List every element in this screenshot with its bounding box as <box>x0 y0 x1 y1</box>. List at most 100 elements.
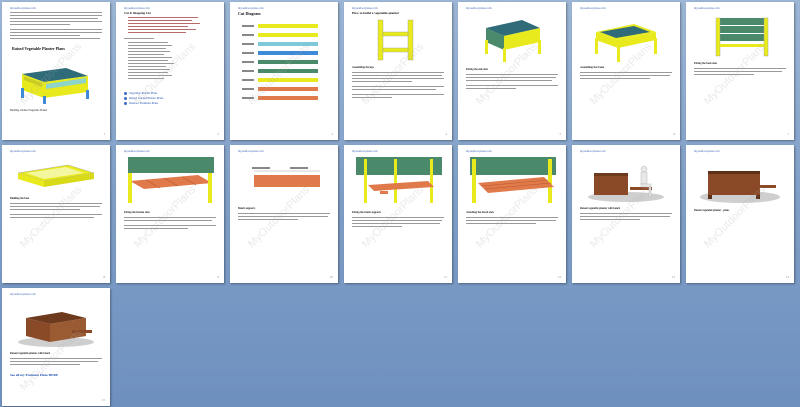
text-line <box>128 60 168 61</box>
figure-caption: Raised vegetable planter with bench <box>10 352 51 355</box>
page-number: 10 <box>330 275 333 279</box>
text-line <box>10 18 98 19</box>
page-title: Raised Vegetable Planter Plans <box>12 46 65 51</box>
page-thumbnail-5[interactable]: myoutdoorplans.com Fitting the side slat… <box>458 2 566 140</box>
page-thumbnail-15[interactable]: myoutdoorplans.com Raised vegetable plan… <box>2 288 110 406</box>
figure-caption: Bench supports <box>238 207 256 210</box>
text-line <box>128 29 196 30</box>
text-line <box>352 78 444 79</box>
finished-planter-with-person-illustration <box>586 157 666 203</box>
figure-caption: Fitting the bottom slats <box>124 211 150 214</box>
final-planter-illustration <box>16 300 96 348</box>
figure-caption: Assembling the legs <box>352 66 374 69</box>
text-line <box>128 17 198 18</box>
page-header-link[interactable]: myoutdoorplans.com <box>124 149 149 153</box>
text-line <box>124 38 154 39</box>
page-number: 5 <box>559 132 562 136</box>
page-number: 4 <box>445 132 448 136</box>
page-title: Cut Diagram <box>238 11 261 16</box>
page-thumbnail-2[interactable]: myoutdoorplans.com Cut & Shopping List V… <box>116 2 224 140</box>
page-number: 3 <box>331 132 334 136</box>
text-line <box>352 89 436 90</box>
page-number: 2 <box>217 132 220 136</box>
text-line <box>128 57 172 58</box>
page-header-link[interactable]: myoutdoorplans.com <box>466 6 491 10</box>
text-line <box>128 66 166 67</box>
text-line <box>10 32 102 33</box>
page-thumbnail-6[interactable]: myoutdoorplans.com Assembling the frame … <box>572 2 680 140</box>
link-bullet-icon <box>124 92 127 95</box>
page-number: 6 <box>673 132 676 136</box>
page-thumbnail-12[interactable]: myoutdoorplans.com Attaching the bench s… <box>458 145 566 283</box>
text-line <box>10 38 100 39</box>
page-thumbnail-3[interactable]: myoutdoorplans.com Cut Diagram MyOutdoor… <box>230 2 338 140</box>
page-header-link[interactable]: myoutdoorplans.com <box>10 6 35 10</box>
page-header-link[interactable]: myoutdoorplans.com <box>580 149 605 153</box>
figure-caption: Raised vegetable planter - plans <box>694 209 730 212</box>
page-number: 8 <box>103 275 106 279</box>
text-line <box>128 32 186 33</box>
page-header-link[interactable]: myoutdoorplans.com <box>10 292 35 296</box>
side-slats-illustration <box>478 14 548 64</box>
text-line <box>10 15 102 16</box>
page-header-link[interactable]: myoutdoorplans.com <box>352 6 377 10</box>
bench-supports-fit-illustration <box>354 155 444 207</box>
text-line <box>128 45 172 46</box>
text-line <box>10 29 102 30</box>
frame-illustration <box>590 16 664 64</box>
figure-caption: Fitting the side slats <box>466 68 489 71</box>
text-line <box>128 42 168 43</box>
page-header-link[interactable]: myoutdoorplans.com <box>694 149 719 153</box>
text-line <box>466 85 558 86</box>
figure-caption: Building the base <box>10 197 30 200</box>
page-header-link[interactable]: myoutdoorplans.com <box>238 6 263 10</box>
text-line <box>128 51 170 52</box>
page-thumbnail-14[interactable]: myoutdoorplans.com Raised vegetable plan… <box>686 145 794 283</box>
page-thumbnail-11[interactable]: myoutdoorplans.com Fitting the bench sup… <box>344 145 452 283</box>
base-illustration <box>14 159 98 193</box>
page-number: 11 <box>444 275 447 279</box>
page-thumbnail-1[interactable]: myoutdoorplans.com Raised Vegetable Plan… <box>2 2 110 140</box>
watermark: MyOutdoorPlans <box>245 183 313 251</box>
figure-caption: Building a Raised Vegetable Planter <box>10 109 48 112</box>
page-number: 15 <box>102 398 105 402</box>
figure-caption: Fitting the back slats <box>694 62 718 65</box>
text-line <box>128 20 192 21</box>
page-header-link[interactable]: myoutdoorplans.com <box>124 6 149 10</box>
page-number: 14 <box>786 275 789 279</box>
page-header-link[interactable]: myoutdoorplans.com <box>580 6 605 10</box>
page-header-link[interactable]: myoutdoorplans.com <box>10 149 35 153</box>
page-title: How to build a vegetable planter <box>352 11 400 15</box>
page-thumbnail-13[interactable]: myoutdoorplans.com Raised vegetable plan… <box>572 145 680 283</box>
figure-caption: Fitting the bench supports <box>352 211 382 214</box>
figure-caption: Raised vegetable planter with bench <box>580 207 621 210</box>
figure-caption: Attaching the bench slats <box>466 211 494 214</box>
page-thumbnail-9[interactable]: myoutdoorplans.com Fitting the bottom sl… <box>116 145 224 283</box>
text-line <box>352 86 444 87</box>
bench-slats-illustration <box>468 155 558 207</box>
link-bullet-icon <box>124 102 127 105</box>
text-line <box>352 223 440 224</box>
text-line <box>124 225 216 226</box>
link-bullet-icon <box>124 97 127 100</box>
bench-supports-illustration <box>250 165 326 191</box>
page-number: 7 <box>787 132 790 136</box>
page-thumbnail-10[interactable]: myoutdoorplans.com Bench supports MyOutd… <box>230 145 338 283</box>
page-header-link[interactable]: myoutdoorplans.com <box>466 149 491 153</box>
text-line <box>128 23 200 24</box>
text-line <box>128 54 164 55</box>
page-thumbnail-4[interactable]: myoutdoorplans.com How to build a vegeta… <box>344 2 452 140</box>
text-line <box>10 12 102 13</box>
page-thumbnail-7[interactable]: myoutdoorplans.com Fitting the back slat… <box>686 2 794 140</box>
page-number: 13 <box>672 275 675 279</box>
planter-render-illustration <box>698 157 782 205</box>
page-title: Cut & Shopping List <box>124 11 151 15</box>
page-header-link[interactable]: myoutdoorplans.com <box>238 149 263 153</box>
text-line <box>10 21 102 22</box>
document-viewer: { "viewer": { "page_count": 15 }, "pages… <box>0 0 800 407</box>
page-thumbnail-8[interactable]: myoutdoorplans.com Building the base MyO… <box>2 145 110 283</box>
page-header-link[interactable]: myoutdoorplans.com <box>352 149 377 153</box>
page-header-link[interactable]: myoutdoorplans.com <box>694 6 719 10</box>
text-line <box>10 209 80 210</box>
text-line <box>128 48 166 49</box>
